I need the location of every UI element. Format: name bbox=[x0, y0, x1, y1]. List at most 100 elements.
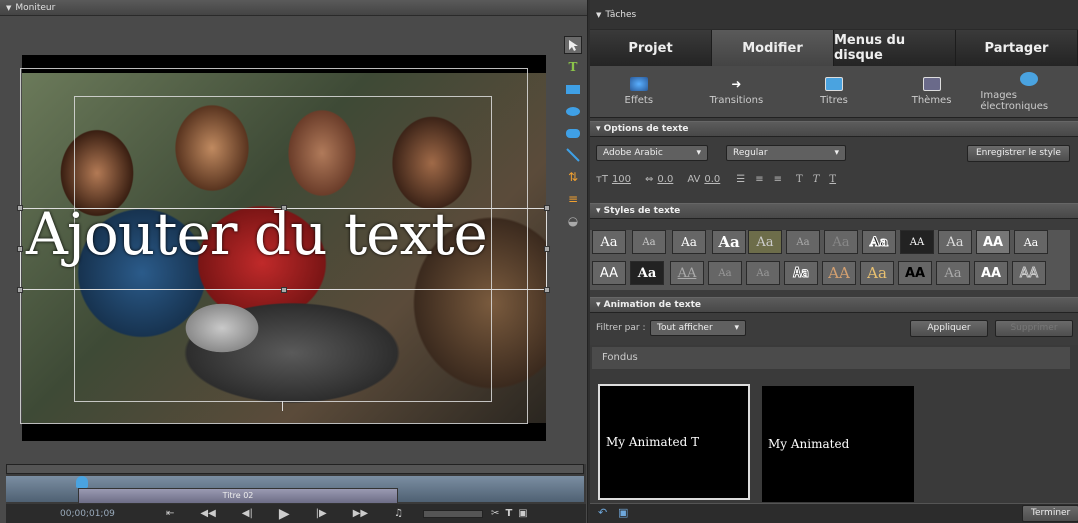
filter-value: Tout afficher bbox=[657, 323, 713, 333]
resize-handle[interactable] bbox=[17, 287, 23, 293]
timecode[interactable]: 00;00;01;09 bbox=[60, 509, 140, 519]
save-style-button[interactable]: Enregistrer le style bbox=[967, 145, 1070, 162]
done-button[interactable]: Terminer bbox=[1022, 505, 1078, 522]
split-clip-icon[interactable]: ✂ bbox=[491, 508, 499, 519]
resize-handle[interactable] bbox=[17, 205, 23, 211]
rectangle-tool-icon[interactable] bbox=[564, 80, 582, 98]
text-icon[interactable]: T bbox=[505, 508, 512, 519]
style-swatch[interactable]: Aa bbox=[712, 230, 746, 254]
style-dropdown[interactable]: Regular ▾ bbox=[726, 145, 846, 161]
bold-icon[interactable]: T bbox=[796, 174, 803, 185]
play-icon[interactable]: ▶ bbox=[279, 506, 290, 522]
subtab-titles[interactable]: Titres bbox=[785, 66, 883, 117]
style-swatch[interactable]: Aa bbox=[746, 261, 780, 285]
subtab-transitions[interactable]: ➜ Transitions bbox=[688, 66, 786, 117]
align-right-icon[interactable]: ≡ bbox=[774, 174, 782, 185]
tab-edit[interactable]: Modifier bbox=[712, 30, 834, 66]
zoom-scrollbar[interactable] bbox=[6, 464, 584, 474]
arrange-tool-icon[interactable]: ⇅ bbox=[564, 168, 582, 186]
resize-handle[interactable] bbox=[544, 287, 550, 293]
title-overlay-text[interactable]: Ajouter du texte bbox=[26, 200, 488, 268]
align-tool-icon[interactable]: ≡ bbox=[564, 190, 582, 208]
animation-preset[interactable]: My Animated T bbox=[598, 384, 750, 500]
selection-tool-icon[interactable] bbox=[564, 36, 582, 54]
underline-icon[interactable]: T bbox=[829, 174, 836, 185]
style-swatch[interactable]: Aa bbox=[672, 230, 706, 254]
style-swatch[interactable]: AA bbox=[898, 261, 932, 285]
style-value: Regular bbox=[733, 148, 768, 158]
style-swatch[interactable]: Aa bbox=[748, 230, 782, 254]
resize-handle[interactable] bbox=[544, 246, 550, 252]
resize-handle[interactable] bbox=[544, 205, 550, 211]
font-size-icon: тT bbox=[596, 173, 608, 185]
delete-button[interactable]: Supprimer bbox=[995, 320, 1073, 337]
rounded-rect-tool-icon[interactable] bbox=[564, 124, 582, 142]
collapse-icon[interactable]: ▼ bbox=[596, 11, 601, 19]
text-animation-header[interactable]: ▾ Animation de texte bbox=[590, 297, 1078, 313]
font-dropdown[interactable]: Adobe Arabic ▾ bbox=[596, 145, 708, 161]
resize-handle[interactable] bbox=[17, 246, 23, 252]
tab-disc-menus[interactable]: Menus du disque bbox=[834, 30, 956, 66]
volume-slider[interactable] bbox=[423, 509, 484, 518]
tab-share[interactable]: Partager bbox=[956, 30, 1078, 66]
monitor-header[interactable]: ▼ Moniteur bbox=[0, 0, 587, 16]
category-fades[interactable]: Fondus bbox=[592, 347, 1070, 369]
save-icon[interactable]: ▣ bbox=[618, 506, 628, 519]
text-tool-icon[interactable]: T bbox=[564, 58, 582, 76]
tab-project[interactable]: Projet bbox=[590, 30, 712, 66]
apply-button[interactable]: Appliquer bbox=[910, 320, 988, 337]
style-swatch[interactable]: AA bbox=[1012, 261, 1046, 285]
playhead[interactable] bbox=[76, 476, 88, 488]
chevron-down-icon: ▾ bbox=[834, 148, 839, 158]
style-swatch[interactable]: Aa bbox=[938, 230, 972, 254]
style-swatch[interactable]: Aa bbox=[860, 261, 894, 285]
italic-icon[interactable]: T bbox=[813, 174, 820, 185]
align-center-icon[interactable]: ≡ bbox=[755, 174, 763, 185]
subtab-label: Effets bbox=[624, 95, 654, 106]
style-swatch[interactable]: Aa bbox=[592, 230, 626, 254]
snapshot-icon[interactable]: ▣ bbox=[518, 508, 527, 519]
style-swatch[interactable]: AA bbox=[670, 261, 704, 285]
text-styles-header[interactable]: ▾ Styles de texte bbox=[590, 203, 1078, 219]
style-swatch[interactable]: AA bbox=[592, 261, 626, 285]
undo-icon[interactable]: ↶ bbox=[598, 506, 607, 519]
leading-value[interactable]: 0.0 bbox=[704, 174, 720, 185]
collapse-icon[interactable]: ▼ bbox=[6, 4, 11, 12]
ellipse-tool-icon[interactable] bbox=[564, 102, 582, 120]
style-swatch[interactable]: Aa bbox=[862, 230, 896, 254]
kerning-value[interactable]: 0.0 bbox=[657, 174, 673, 185]
font-size-value[interactable]: 100 bbox=[612, 174, 631, 185]
step-forward-icon[interactable]: |▶ bbox=[316, 508, 327, 519]
style-swatch[interactable]: Aa bbox=[936, 261, 970, 285]
style-swatch[interactable]: Aa bbox=[630, 261, 664, 285]
style-swatch[interactable]: Aa bbox=[708, 261, 742, 285]
subtab-label: Thèmes bbox=[911, 95, 952, 106]
style-swatch[interactable]: Aa bbox=[786, 230, 820, 254]
timeline[interactable]: Titre 02 00;00;01;09 ⇤ ◀◀ ◀| ▶ |▶ ▶▶ ♫ ✂… bbox=[6, 464, 586, 523]
step-back-icon[interactable]: ◀| bbox=[242, 508, 253, 519]
music-icon[interactable]: ♫ bbox=[394, 508, 403, 519]
style-swatch[interactable]: Aa bbox=[1014, 230, 1048, 254]
subtab-themes[interactable]: Thèmes bbox=[883, 66, 981, 117]
line-tool-icon[interactable] bbox=[564, 146, 582, 164]
rewind-icon[interactable]: ◀◀ bbox=[200, 508, 215, 519]
filter-dropdown[interactable]: Tout afficher ▾ bbox=[650, 320, 746, 336]
style-swatch[interactable]: Aa bbox=[784, 261, 818, 285]
style-swatch[interactable]: Aa bbox=[632, 230, 666, 254]
title-clip[interactable]: Titre 02 bbox=[78, 488, 398, 504]
set-in-icon[interactable]: ⇤ bbox=[166, 508, 174, 519]
style-swatch[interactable]: AA bbox=[976, 230, 1010, 254]
subtab-artwork[interactable]: Images électroniques bbox=[980, 66, 1078, 117]
style-swatch[interactable]: Aa bbox=[824, 230, 858, 254]
tasks-header[interactable]: ▼ Tâches bbox=[590, 0, 1078, 30]
style-swatch[interactable]: AA bbox=[822, 261, 856, 285]
align-left-icon[interactable]: ☰ bbox=[736, 174, 745, 185]
style-swatch[interactable]: AA bbox=[900, 230, 934, 254]
image-tool-icon[interactable]: ◒ bbox=[564, 212, 582, 230]
style-swatch[interactable]: AA bbox=[974, 261, 1008, 285]
text-options-header[interactable]: ▾ Options de texte bbox=[590, 121, 1078, 137]
subtab-effects[interactable]: Effets bbox=[590, 66, 688, 117]
resize-handle[interactable] bbox=[281, 287, 287, 293]
fast-forward-icon[interactable]: ▶▶ bbox=[353, 508, 368, 519]
animation-preset[interactable]: My Animated bbox=[762, 386, 914, 502]
